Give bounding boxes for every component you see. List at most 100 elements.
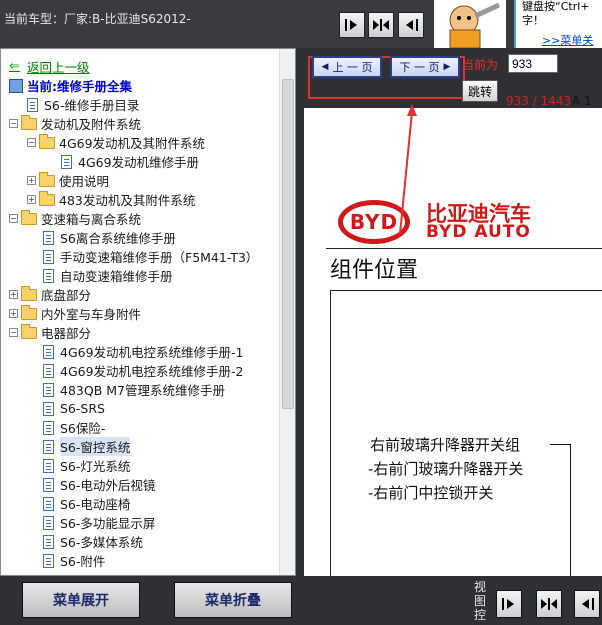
view-right-button[interactable] (496, 590, 522, 618)
diagram-frame (330, 290, 602, 576)
collapse-icon[interactable]: − (9, 328, 18, 337)
top-bar: 当前车型：厂家:B-比亚迪S62012- 键盘按“Ctrl+ 字！ >>菜单关 (0, 0, 602, 48)
tree-item-4g69-ecu-2[interactable]: 4G69发动机电控系统维修手册-2 (43, 361, 244, 380)
arrow-right-icon (345, 19, 357, 31)
view-split-button[interactable] (536, 590, 562, 618)
arrow-left-icon (582, 598, 594, 610)
folder-icon (21, 114, 37, 130)
callout-leader-vertical (570, 444, 571, 576)
tree-item-label: 483发动机及其附件系统 (59, 193, 196, 208)
tree-item-label: 变速箱与离合系统 (41, 212, 142, 227)
app-window: 当前车型：厂家:B-比亚迪S62012- 键盘按“Ctrl+ 字！ >>菜单关 (0, 0, 602, 625)
tree-item-lighting[interactable]: S6-灯光系统 (43, 456, 130, 475)
tree-folder-483[interactable]: + 483发动机及其附件系统 (27, 190, 195, 209)
folder-icon (21, 304, 37, 320)
split-icon (373, 19, 389, 31)
tree-item-483qb[interactable]: 483QB M7管理系统维修手册 (43, 380, 225, 399)
tree-item-accessories[interactable]: S6-附件 (43, 551, 105, 570)
tree-item-4g69-ecu-1[interactable]: 4G69发动机电控系统维修手册-1 (43, 342, 244, 361)
collapse-icon[interactable]: − (27, 138, 36, 147)
tree-item-label: S6-多功能显示屏 (60, 516, 156, 531)
tree-item-label: 使用说明 (59, 174, 110, 189)
tree-folder-electrical[interactable]: − 电器部分 (9, 323, 91, 342)
tree-item-auto-gearbox[interactable]: 自动变速箱维修手册 (43, 266, 173, 285)
tree-item-label: 4G69发动机电控系统维修手册-2 (60, 364, 244, 379)
document-icon (43, 477, 54, 492)
tree-item-label: 483QB M7管理系统维修手册 (60, 383, 225, 398)
panel-right-button[interactable] (339, 12, 365, 38)
back-link[interactable]: ⇐ 返回上一级 (9, 57, 90, 76)
tree-item-seats[interactable]: S6-电动座椅 (43, 494, 130, 513)
tree-item-label: S6-维修手册目录 (44, 98, 140, 113)
document-viewer: ◀ 上 一 页 下 一 页 ▶ 当前为 跳转 933 / 1443 A 1 BY… (304, 48, 602, 576)
tree-item-label: S6-窗控系统 (60, 437, 131, 456)
panel-split-button[interactable] (368, 12, 394, 38)
tip-text-line2: 字！ (522, 14, 544, 27)
tree-item-label: S6-多媒体系统 (60, 535, 143, 550)
expand-icon[interactable]: + (9, 290, 18, 299)
tree-folder-body[interactable]: + 内外室与车身附件 (9, 304, 141, 323)
tree-item-clutch[interactable]: S6离合系统维修手册 (43, 228, 176, 247)
tree-item-manual-gearbox[interactable]: 手动变速箱维修手册（F5M41-T3） (43, 247, 258, 266)
catalog-tree: ⇐ 返回上一级 当前:维修手册全集 S6-维修手册目录 − 发动机及附件系统 −… (0, 48, 296, 576)
expand-icon[interactable]: + (27, 195, 36, 204)
tree-item-label: S6-灯光系统 (60, 459, 131, 474)
back-arrow-icon: ⇐ (9, 58, 20, 74)
tree-folder-4g69[interactable]: − 4G69发动机及其附件系统 (27, 133, 205, 152)
document-icon (43, 534, 54, 549)
document-icon (43, 553, 54, 568)
expand-icon[interactable]: + (27, 176, 36, 185)
tree-folder-chassis[interactable]: + 底盘部分 (9, 285, 91, 304)
view-control-label: 视图控 (474, 580, 487, 622)
panel-left-button[interactable] (398, 12, 424, 38)
manual-book-icon (9, 78, 23, 93)
collapse-icon[interactable]: − (9, 119, 18, 128)
arrow-right-icon (502, 598, 514, 610)
tree-scrollbar[interactable] (279, 49, 295, 575)
callout-label: -右前门中控锁开关 (368, 484, 494, 502)
view-left-button[interactable] (574, 590, 600, 618)
document-icon (43, 439, 54, 454)
tree-item-manual-index[interactable]: S6-维修手册目录 (27, 95, 139, 114)
tree-item-label: 发动机及附件系统 (41, 117, 142, 132)
tree-item-srs[interactable]: S6-SRS (43, 399, 105, 418)
tree-item-display[interactable]: S6-多功能显示屏 (43, 513, 155, 532)
tree-folder-transmission[interactable]: − 变速箱与离合系统 (9, 209, 141, 228)
tree-item-label: 手动变速箱维修手册（F5M41-T3） (60, 250, 259, 265)
document-icon (43, 420, 54, 435)
car-model-label: 当前车型：厂家:B-比亚迪S62012- (4, 12, 191, 26)
split-icon (541, 598, 557, 610)
expand-icon[interactable]: + (9, 309, 18, 318)
tree-item-label: S6-电动座椅 (60, 497, 131, 512)
tree-root[interactable]: 当前:维修手册全集 (9, 76, 132, 95)
collapse-menu-button[interactable]: 菜单折叠 (174, 582, 292, 618)
tree-item-fuse[interactable]: S6保险- (43, 418, 105, 437)
document-icon (43, 344, 54, 359)
tree-item-label: 4G69发动机及其附件系统 (59, 136, 206, 151)
tree-item-window-control[interactable]: S6-窗控系统 (43, 437, 131, 456)
tree-item-label: S6保险- (60, 421, 106, 436)
folder-icon (39, 133, 55, 149)
document-icon (43, 230, 54, 245)
document-icon (43, 515, 54, 530)
tree-item-label: S6-电动外后视镜 (60, 478, 156, 493)
tree-item-4g69-manual[interactable]: 4G69发动机维修手册 (61, 152, 199, 171)
folder-icon (21, 323, 37, 339)
mechanic-mascot-icon (449, 2, 501, 48)
tree-item-multimedia[interactable]: S6-多媒体系统 (43, 532, 143, 551)
folder-icon (21, 285, 37, 301)
tree-item-mirrors[interactable]: S6-电动外后视镜 (43, 475, 155, 494)
document-icon (43, 496, 54, 511)
expand-menu-button[interactable]: 菜单展开 (22, 582, 140, 618)
tree-folder-usage[interactable]: + 使用说明 (27, 171, 109, 190)
folder-icon (39, 190, 55, 206)
scrollbar-thumb[interactable] (282, 79, 294, 409)
document-icon (43, 268, 54, 283)
collapse-icon[interactable]: − (9, 214, 18, 223)
tree-item-label: S6-SRS (60, 401, 105, 416)
folder-icon (39, 171, 55, 187)
tip-menu-link[interactable]: >>菜单关 (542, 32, 593, 48)
tree-folder-engine[interactable]: − 发动机及附件系统 (9, 114, 141, 133)
arrow-left-icon (406, 19, 418, 31)
mascot-image (434, 0, 506, 48)
